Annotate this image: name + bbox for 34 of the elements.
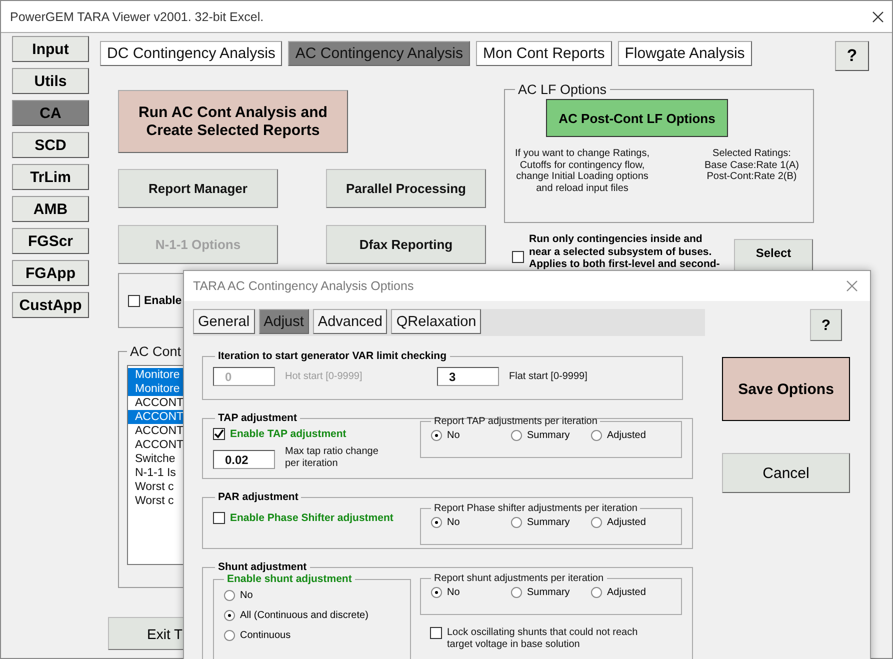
checkbox-label: Lock oscillating shunts that could not reach target voltage in base solution — [447, 627, 638, 651]
radio-label: Summary — [527, 430, 570, 441]
lf-note: If you want to change Ratings, Cutoffs for contingency flow, change Initial Loading options and reload input files — [515, 148, 650, 194]
subsystem-text: Run only contingencies inside and near a selected subsystem of buses. Applies to both first-level and second- — [529, 233, 721, 270]
group-title: PAR adjustment — [217, 491, 300, 503]
group-title: Enable shunt adjustment — [226, 573, 353, 585]
radio-label: Adjusted — [607, 517, 646, 528]
field-label: Hot start [0-9999] — [285, 370, 362, 382]
field-label: Max tap ratio change per iteration — [285, 446, 378, 470]
group-title: Report shunt adjustments per iteration — [433, 573, 605, 584]
radio-label: All (Continuous and discrete) — [240, 610, 368, 621]
ratings-note: Selected Ratings: Base Case:Rate 1(A) Post-Cont:Rate 2(B) — [704, 148, 799, 184]
radio-label: No — [447, 587, 460, 598]
checkbox-label: Enable Phase Shifter adjustment — [230, 512, 394, 524]
radio-label: Adjusted — [607, 587, 646, 598]
dialog-title: TARA AC Contingency Analysis Options — [193, 279, 414, 293]
radio-label: Adjusted — [607, 430, 646, 441]
window-title: PowerGEM TARA Viewer v2001. 32-bit Excel. — [10, 10, 264, 24]
radio-label: No — [447, 430, 460, 441]
group-title: Shunt adjustment — [217, 561, 308, 573]
group-title: Iteration to start generator VAR limit checking — [217, 350, 448, 362]
radio-label: No — [447, 517, 460, 528]
radio-label: Summary — [527, 587, 570, 598]
group-title: Report TAP adjustments per iteration — [433, 416, 598, 427]
field-label: Flat start [0-9999] — [509, 370, 588, 382]
group-title: AC Cont — [129, 344, 182, 359]
radio-label: No — [240, 590, 253, 601]
group-title: TAP adjustment — [217, 412, 298, 424]
checkbox-label: Enable — [144, 294, 182, 306]
group-title: Report Phase shifter adjustments per iteration — [433, 503, 638, 514]
group-title: AC LF Options — [517, 82, 608, 97]
radio-label: Summary — [527, 517, 570, 528]
radio-label: Continuous — [240, 630, 291, 641]
checkbox-label: Enable TAP adjustment — [230, 428, 346, 440]
